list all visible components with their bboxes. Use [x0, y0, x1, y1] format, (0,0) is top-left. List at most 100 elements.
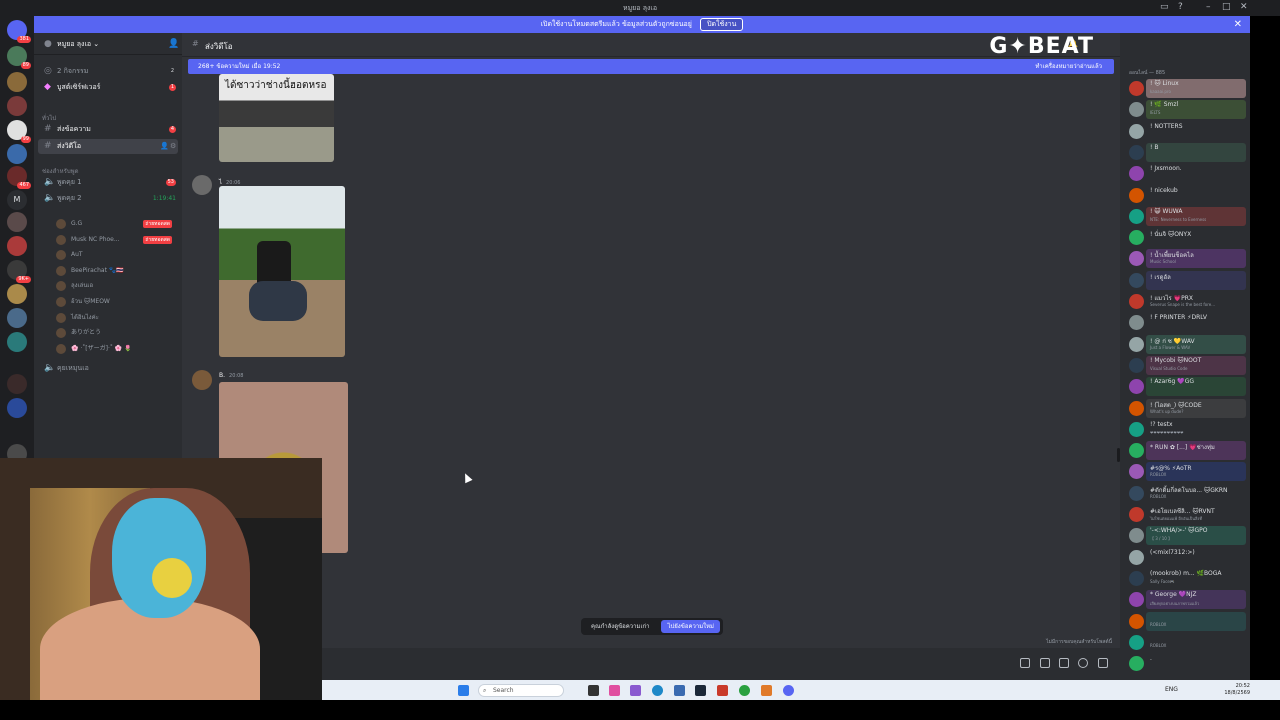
member-item[interactable]: ! B — [1120, 142, 1250, 163]
server-icon[interactable] — [7, 308, 27, 328]
message-image[interactable] — [219, 186, 345, 357]
member-item[interactable]: ! 😺 WUWA NTE: Neverness to Everness — [1120, 206, 1250, 227]
member-item[interactable]: * George 💜NJZ เสียงทุกอย่างบนภาพรวมแล้ว — [1120, 589, 1250, 610]
channel-item-selected[interactable]: # ส่งวิดีโอ 👤 ⚙ — [38, 139, 178, 154]
mark-as-read-button[interactable]: ทำเครื่องหมายว่าอ่านแล้ว — [1035, 59, 1102, 74]
server-icon[interactable]: M — [7, 190, 27, 210]
server-icon[interactable] — [7, 398, 27, 418]
member-item[interactable]: #ดักดิ้มกี่ลดโนบอ... 🐱GKRN ROBLOX — [1120, 483, 1250, 504]
voice-user[interactable]: AuT — [56, 248, 180, 262]
member-item[interactable]: ROBLOX — [1120, 632, 1250, 653]
server-icon[interactable] — [7, 72, 27, 92]
inbox-icon[interactable]: ▭ — [1160, 2, 1169, 12]
member-item[interactable]: . — [1120, 653, 1250, 674]
app-icon[interactable] — [761, 685, 772, 696]
server-icon[interactable] — [7, 374, 27, 394]
member-item[interactable]: '-<:WHA/>-' 🐱GPO 【 3 / 10 】 — [1120, 525, 1250, 546]
voice-user[interactable]: อ้วน 🐱MEOW — [56, 295, 180, 309]
member-item[interactable]: ! 🌿 Smzl IELTS — [1120, 99, 1250, 120]
member-item[interactable]: ! แมวไร 💗PRX Severus Snape is the best fo… — [1120, 291, 1250, 312]
help-icon[interactable]: ? — [1178, 2, 1183, 12]
close-window-icon[interactable]: ✕ — [1240, 2, 1248, 12]
member-item[interactable]: #เอโยเบลซีลิ... 🐱RVNT ไม่ใช่แต่ยอมแพ้ อีก… — [1120, 504, 1250, 525]
edge-icon[interactable] — [652, 685, 663, 696]
emoji-icon[interactable] — [1078, 658, 1088, 668]
avatar[interactable] — [192, 175, 212, 195]
voice-user[interactable]: G.G ถ่ายทอดสด — [56, 217, 180, 231]
member-item[interactable]: !? testx ❤❤❤❤❤❤❤❤❤❤ — [1120, 419, 1250, 440]
member-item[interactable]: ! (ไอสต_) 🐱CODE What's up dude? — [1120, 398, 1250, 419]
voice-user[interactable]: Musk NC Phoe... ถ่ายทอดสด — [56, 233, 180, 247]
server-icon[interactable]: 9K+ — [7, 260, 31, 283]
member-name: * George 💜NJZ — [1150, 591, 1197, 599]
app-icon[interactable] — [674, 685, 685, 696]
apps-icon[interactable] — [1098, 658, 1108, 668]
server-icon[interactable] — [7, 236, 27, 256]
voice-user[interactable]: ありがとう — [56, 326, 180, 340]
channel-item[interactable]: # ส่งข้อความ 4 — [34, 122, 182, 137]
task-view-icon[interactable] — [588, 685, 599, 696]
jump-to-new-button[interactable]: ไปยังข้อความใหม่ — [661, 620, 720, 633]
gift-icon[interactable] — [1020, 658, 1030, 668]
gif-icon[interactable] — [1040, 658, 1050, 668]
server-icon[interactable] — [7, 332, 27, 352]
member-item[interactable]: ! Jxsmoon. — [1120, 163, 1250, 184]
member-item[interactable]: ! NOTTERS — [1120, 121, 1250, 142]
activities-item[interactable]: ◎ 2 กิจกรรม 2 — [34, 64, 182, 79]
server-boost-item[interactable]: ◆ บูสต์เซิร์ฟเวอร์ 1 — [34, 80, 182, 95]
taskbar-search[interactable]: ⌕ Search — [478, 684, 564, 697]
voice-user[interactable]: ได้อินไงค่ะ — [56, 311, 180, 325]
close-banner-icon[interactable]: ✕ — [1234, 16, 1242, 33]
member-item[interactable]: * RUN ✿ [...] 💗ช่างทุ่ม — [1120, 440, 1250, 461]
member-activity: What's up dude? — [1150, 408, 1184, 414]
server-icon[interactable]: 89 — [7, 46, 31, 69]
server-header[interactable]: ● หมูยอ ลุงเอ ⌄ 👤 — [34, 37, 182, 55]
language-indicator[interactable]: ENG — [1165, 686, 1178, 693]
new-messages-bar[interactable]: 268+ ข้อความใหม่ เมื่อ 19:52 ทำเครื่องหม… — [188, 59, 1114, 74]
member-item[interactable]: ! 🐱 Linux kaaaai.pro — [1120, 78, 1250, 99]
member-item[interactable]: #ร@% ⚡AoTR ROBLOX — [1120, 461, 1250, 482]
voice-channel-item[interactable]: 🔈 คุยเหมุนเอ — [34, 361, 182, 376]
settings-icon[interactable]: ⚙ — [170, 139, 176, 154]
clock[interactable]: 20:52 18/8/2569 — [1224, 683, 1250, 697]
member-item[interactable]: ! nicekub — [1120, 185, 1250, 206]
disable-streamer-mode-button[interactable]: ปิดใช้งาน — [700, 18, 744, 31]
server-icon[interactable]: 99 — [7, 120, 31, 143]
home-icon[interactable]: 381 — [7, 20, 31, 43]
member-item[interactable]: (mookrob) m... 🌿BOGA Sally Face🎮 — [1120, 568, 1250, 589]
member-item[interactable]: ! Azar6g 💜GG — [1120, 376, 1250, 397]
voice-channel-item[interactable]: 🔈 พูดคุย 1 53 — [34, 175, 182, 190]
app-icon[interactable] — [609, 685, 620, 696]
member-item[interactable]: ! F PRINTER ⚡DRLV — [1120, 312, 1250, 333]
windows-start-icon[interactable] — [458, 685, 469, 696]
add-member-icon[interactable]: 👤 — [168, 37, 179, 52]
server-icon[interactable] — [7, 144, 27, 164]
member-item[interactable]: ! นั่นจิ 🐱ONYX — [1120, 227, 1250, 248]
app-icon[interactable] — [717, 685, 728, 696]
server-icon[interactable] — [7, 96, 27, 116]
maximize-icon[interactable]: □ — [1222, 2, 1231, 12]
member-item[interactable]: ! Mycobi 🐱NOOT Visual Studio Code — [1120, 355, 1250, 376]
sticker-icon[interactable] — [1059, 658, 1069, 668]
discord-icon[interactable] — [783, 685, 794, 696]
message-composer[interactable] — [182, 648, 1120, 680]
server-icon[interactable] — [7, 284, 27, 304]
voice-user[interactable]: BeePirachat 🐾🇹🇭 — [56, 264, 180, 278]
member-item[interactable]: ! @ ก่ ซ 💛WAV Just a Flower & WAV — [1120, 334, 1250, 355]
server-icon[interactable] — [7, 212, 27, 232]
chrome-icon[interactable] — [739, 685, 750, 696]
voice-user[interactable]: 🌸 ·˚[ザーガ]·˚ 🌸 🌷 — [56, 342, 180, 356]
app-icon[interactable] — [630, 685, 641, 696]
voice-channel-item[interactable]: 🔈 พูดคุย 2 1:19:41 — [34, 191, 182, 206]
member-item[interactable]: ! น้ำเพี้ยนช็อคไล Music School — [1120, 248, 1250, 269]
message-image[interactable]: ได้ซาวว่าช่างนี้ฮอตหรอ — [219, 74, 334, 162]
voice-user[interactable]: ลุงเล่นเอ — [56, 279, 180, 293]
steam-icon[interactable] — [695, 685, 706, 696]
minimize-icon[interactable]: – — [1206, 2, 1211, 12]
member-item[interactable]: ROBLOX — [1120, 611, 1250, 632]
member-item[interactable]: ! เรดูอัล — [1120, 270, 1250, 291]
member-item[interactable]: (<mixl7312:>) — [1120, 547, 1250, 568]
server-icon[interactable]: 467 — [7, 166, 31, 189]
invite-icon[interactable]: 👤 — [160, 139, 169, 154]
avatar[interactable] — [192, 370, 212, 390]
